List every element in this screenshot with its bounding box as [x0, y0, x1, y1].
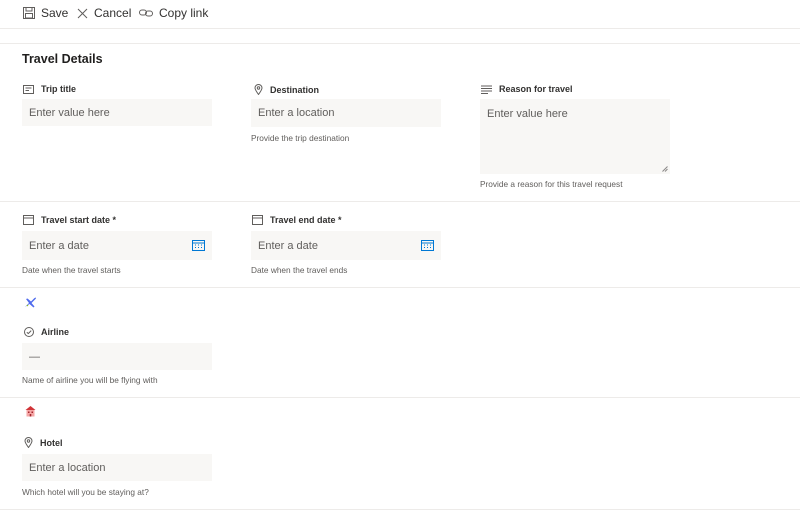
- start-date-placeholder: Enter a date: [29, 239, 89, 252]
- destination-help: Provide the trip destination: [251, 133, 350, 143]
- hotel-icon: [25, 406, 36, 417]
- location-pin-icon: [254, 84, 263, 95]
- hotel-label: Hotel: [24, 437, 63, 448]
- trip-title-input[interactable]: Enter value here: [22, 99, 212, 126]
- section-title: Travel Details: [22, 52, 103, 66]
- destination-label-text: Destination: [270, 84, 320, 95]
- airline-help: Name of airline you will be flying with: [22, 375, 158, 385]
- airline-value: —: [29, 350, 40, 363]
- divider: [0, 509, 800, 510]
- date-picker-icon[interactable]: [421, 240, 434, 251]
- save-icon: [23, 7, 35, 19]
- divider: [0, 287, 800, 288]
- copy-link-label: Copy link: [159, 6, 209, 20]
- text-field-icon: [23, 84, 34, 94]
- link-icon: [139, 9, 153, 17]
- airline-label-text: Airline: [41, 327, 70, 337]
- location-pin-icon: [24, 437, 33, 448]
- hotel-help: Which hotel will you be staying at?: [22, 487, 149, 497]
- reason-textarea[interactable]: Enter value here: [480, 99, 670, 174]
- start-date-label-text: Travel start date *: [41, 215, 117, 225]
- hotel-label-text: Hotel: [40, 437, 63, 448]
- divider: [0, 43, 800, 44]
- destination-placeholder: Enter a location: [258, 107, 335, 119]
- resize-handle-icon[interactable]: [662, 166, 668, 172]
- hotel-input[interactable]: Enter a location: [22, 454, 212, 481]
- airplane-icon: [25, 297, 36, 308]
- divider: [0, 397, 800, 398]
- multiline-text-icon: [481, 85, 492, 94]
- copy-link-button[interactable]: Copy link: [139, 4, 208, 22]
- hotel-placeholder: Enter a location: [29, 461, 106, 474]
- trip-title-label: Trip title: [23, 84, 76, 94]
- calendar-icon: [252, 215, 263, 225]
- date-picker-icon[interactable]: [192, 240, 205, 251]
- save-button[interactable]: Save: [23, 4, 68, 22]
- end-date-label-text: Travel end date *: [270, 215, 342, 225]
- calendar-icon: [23, 215, 34, 225]
- trip-title-placeholder: Enter value here: [29, 106, 110, 119]
- divider: [0, 201, 800, 202]
- end-date-input[interactable]: Enter a date: [251, 231, 441, 260]
- command-bar: Save Cancel Copy link: [0, 0, 800, 29]
- airline-input[interactable]: —: [22, 343, 212, 370]
- airline-label: Airline: [24, 327, 69, 337]
- reason-label-text: Reason for travel: [499, 84, 573, 94]
- reason-placeholder: Enter value here: [487, 108, 568, 120]
- start-date-input[interactable]: Enter a date: [22, 231, 212, 260]
- cancel-label: Cancel: [94, 6, 132, 20]
- end-date-label: Travel end date *: [252, 215, 342, 225]
- trip-title-label-text: Trip title: [41, 84, 77, 94]
- save-label: Save: [41, 6, 69, 20]
- reason-label: Reason for travel: [481, 84, 573, 94]
- end-date-placeholder: Enter a date: [258, 239, 318, 252]
- reason-help: Provide a reason for this travel request: [480, 179, 623, 189]
- checkmark-circle-icon: [24, 327, 34, 337]
- end-date-help: Date when the travel ends: [251, 265, 348, 275]
- destination-input[interactable]: Enter a location: [251, 99, 441, 127]
- start-date-label: Travel start date *: [23, 215, 116, 225]
- close-icon: [77, 8, 88, 18]
- destination-label: Destination: [254, 84, 319, 95]
- start-date-help: Date when the travel starts: [22, 265, 121, 275]
- cancel-button[interactable]: Cancel: [77, 4, 131, 22]
